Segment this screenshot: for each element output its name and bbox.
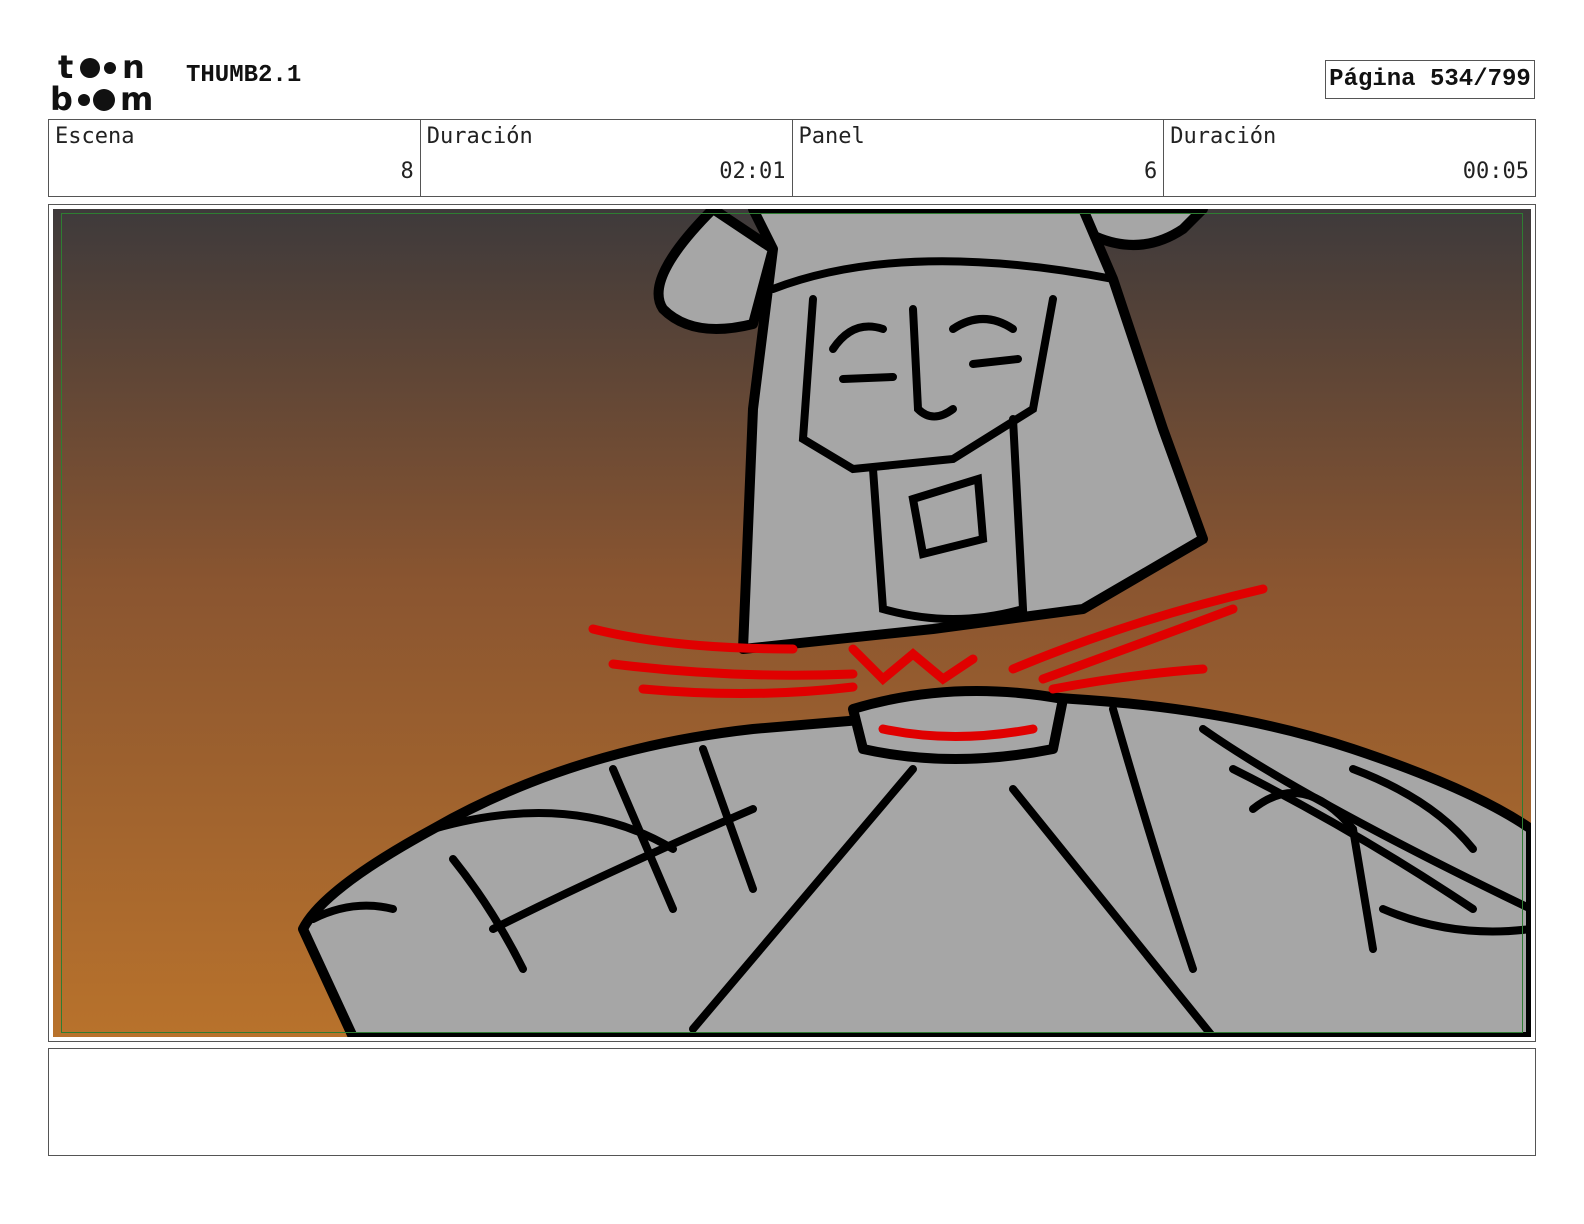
notes-box[interactable]: [48, 1048, 1536, 1156]
panel-duration-cell: Duración 00:05: [1164, 120, 1535, 196]
panel-cell: Panel 6: [793, 120, 1165, 196]
scene-label: Escena: [55, 124, 135, 149]
svg-text:m: m: [120, 80, 153, 114]
panel-duration-label: Duración: [1170, 124, 1277, 149]
scene-info-table: Escena 8 Duración 02:01 Panel 6 Duración…: [48, 119, 1536, 197]
toon-boom-logo: t n b m: [50, 50, 153, 114]
scene-cell: Escena 8: [49, 120, 421, 196]
panel-value: 6: [1144, 159, 1158, 184]
panel-drawing: [53, 209, 1531, 1037]
scene-value: 8: [400, 159, 414, 184]
document-title: THUMB2.1: [186, 62, 302, 89]
scene-duration-value: 02:01: [719, 159, 786, 184]
scene-duration-cell: Duración 02:01: [421, 120, 793, 196]
storyboard-panel-frame: [48, 204, 1536, 1042]
panel-duration-value: 00:05: [1462, 159, 1529, 184]
panel-label: Panel: [798, 124, 865, 149]
scene-duration-label: Duración: [426, 124, 533, 149]
svg-text:b: b: [50, 80, 73, 114]
page-number: Página 534/799: [1325, 60, 1535, 99]
